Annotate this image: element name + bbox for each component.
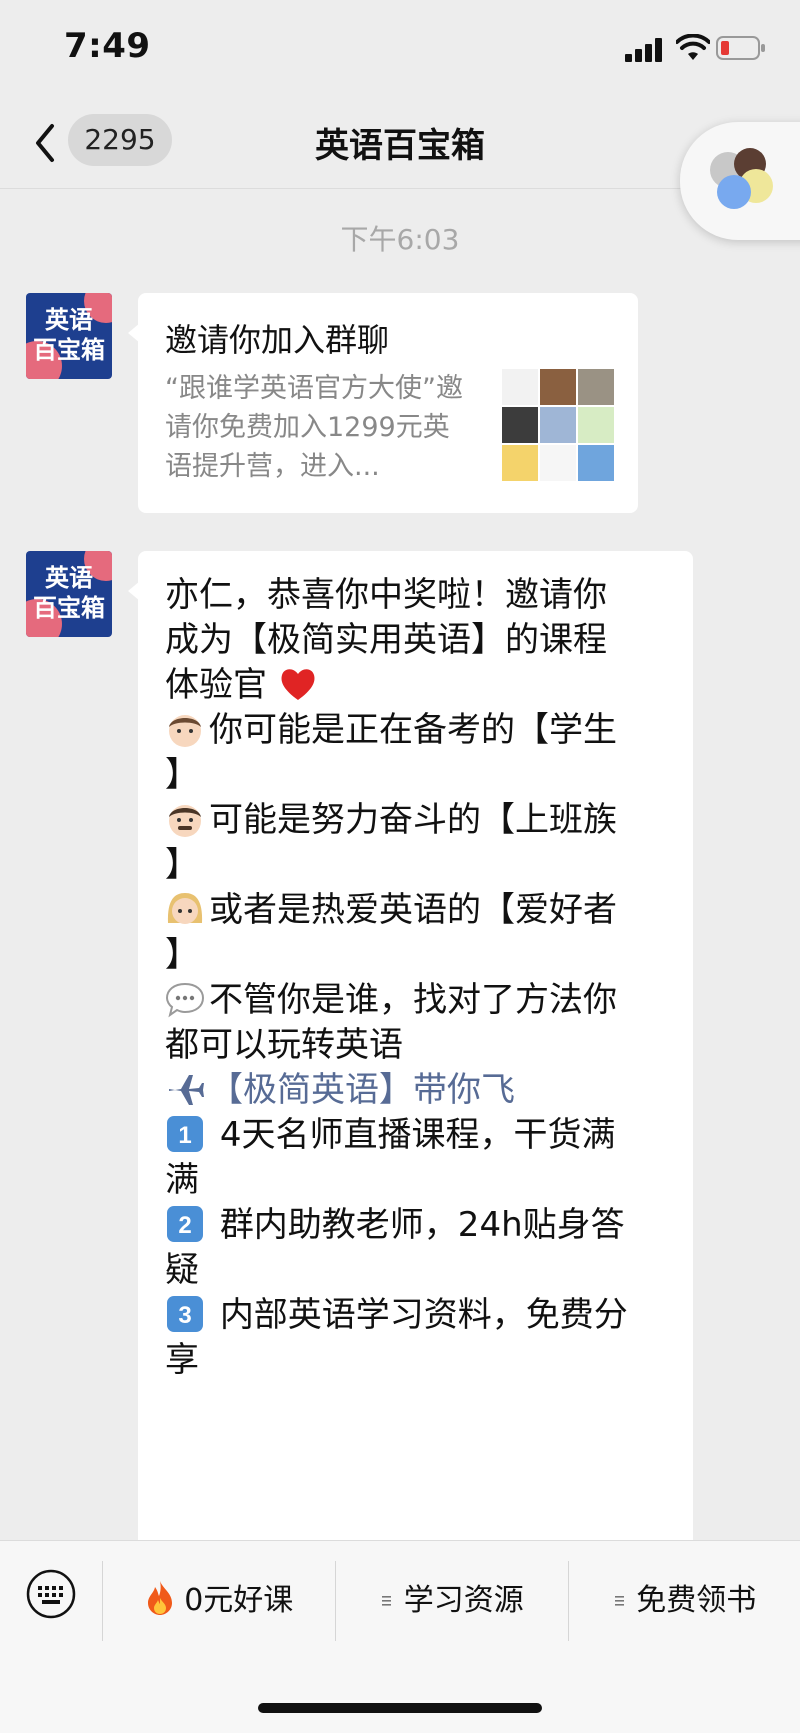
home-indicator [258, 1703, 542, 1713]
woman-emoji-icon [167, 893, 203, 924]
message-text: 亦仁，恭喜你中奖啦！邀请你 成为【极简实用英语】的课程 体验官 你可能是正在备考… [165, 573, 685, 1383]
message-line: 】 [165, 845, 199, 885]
message-line: 亦仁，恭喜你中奖啦！邀请你 [165, 575, 607, 615]
keycap-3-icon: 3 [167, 1296, 203, 1332]
service-menu-bar: 0元好课 学习资源 免费领书 [0, 1540, 800, 1733]
message-link-line[interactable]: 【极简英语】带你飞 [165, 1068, 685, 1113]
message-line: 4天名师直播课程，干货满 [219, 1115, 616, 1155]
message-line: 内部英语学习资料，免费分 [219, 1295, 628, 1335]
airplane-icon [169, 1075, 204, 1105]
group-invite-card[interactable]: 邀请你加入群聊 “跟谁学英语官方大使”邀请你免费加入1299元英语提升营，进入.… [128, 293, 638, 513]
message-timestamp: 下午6:03 [340, 223, 460, 256]
boy-emoji-icon [169, 715, 201, 747]
speech-bubble-icon [165, 982, 205, 1018]
man-emoji-icon [169, 805, 201, 837]
avatar-text-line: 百宝箱 [33, 594, 105, 622]
keycap-1-icon: 1 [167, 1116, 203, 1152]
chat-title: 英语百宝箱 [315, 126, 485, 166]
menu-item-free-book[interactable]: 免费领书 [569, 1541, 800, 1661]
message-line-with-emoji: 可能是努力奋斗的【上班族 [165, 798, 685, 843]
svg-text:3: 3 [178, 1302, 191, 1329]
svg-text:2: 2 [178, 1212, 191, 1239]
message-line: 你可能是正在备考的【学生 [209, 710, 617, 750]
status-bar: 7:49 [0, 0, 800, 100]
red-heart-icon [281, 669, 315, 700]
message-line-with-emoji: 不管你是谁，找对了方法你 [165, 978, 685, 1023]
signal-icon [625, 38, 662, 62]
battery-icon [716, 36, 765, 60]
menu-item-free-course[interactable]: 0元好课 [103, 1541, 335, 1661]
message-line: 【极简英语】带你飞 [209, 1070, 515, 1110]
menu-item-label: 学习资源 [403, 1583, 524, 1618]
text-message-bubble[interactable]: 亦仁，恭喜你中奖啦！邀请你 成为【极简实用英语】的课程 体验官 你可能是正在备考… [128, 551, 693, 1551]
message-line-with-emoji: 1 4天名师直播课程，干货满 [165, 1113, 685, 1158]
menu-lines-icon [382, 1596, 392, 1606]
message-line: 享 [165, 1340, 199, 1380]
message-line-with-emoji: 你可能是正在备考的【学生 [165, 708, 685, 753]
invite-title: 邀请你加入群聊 [165, 321, 390, 359]
wifi-icon [676, 34, 710, 60]
message-line: 满 [165, 1160, 199, 1200]
menu-item-label: 0元好课 [184, 1583, 294, 1618]
invite-description: “跟谁学英语官方大使”邀请你免费加入1299元英语提升营，进入... [165, 373, 463, 482]
message-line: 体验官 [165, 665, 267, 705]
status-time: 7:49 [64, 26, 151, 66]
message-line: 】 [165, 935, 199, 975]
menu-item-label: 免费领书 [636, 1583, 757, 1618]
message-line: 或者是热爱英语的【爱好者 [209, 890, 617, 930]
message-line-with-emoji: 3 内部英语学习资料，免费分 [165, 1293, 685, 1338]
keycap-2-icon: 2 [167, 1206, 203, 1242]
message-line-with-emoji: 或者是热爱英语的【爱好者 [165, 888, 685, 933]
message-line: 群内助教老师，24h贴身答 [219, 1205, 625, 1245]
avatar-text-line: 英语 [45, 306, 93, 334]
menu-lines-icon [614, 1596, 624, 1606]
fire-icon [147, 1581, 172, 1615]
message-line: 】 [165, 755, 199, 795]
message-line: 不管你是谁，找对了方法你 [209, 980, 617, 1020]
floating-apps-icon [710, 148, 773, 209]
message-line-with-emoji: 2 群内助教老师，24h贴身答 [165, 1203, 685, 1248]
message-line-with-heart: 体验官 [165, 663, 685, 708]
group-avatar-grid [502, 369, 614, 481]
keyboard-toggle-icon[interactable] [26, 1569, 76, 1619]
avatar-text-line: 英语 [45, 564, 93, 592]
message-line: 成为【极简实用英语】的课程 [165, 620, 607, 660]
avatar-text-line: 百宝箱 [33, 336, 105, 364]
message-line: 都可以玩转英语 [165, 1025, 403, 1065]
menu-item-learning-resources[interactable]: 学习资源 [336, 1541, 568, 1661]
message-line: 可能是努力奋斗的【上班族 [209, 800, 617, 840]
svg-text:1: 1 [178, 1122, 191, 1149]
sender-avatar[interactable]: 英语 百宝箱 [26, 293, 112, 379]
message-line: 疑 [165, 1250, 199, 1290]
sender-avatar[interactable]: 英语 百宝箱 [26, 551, 112, 637]
